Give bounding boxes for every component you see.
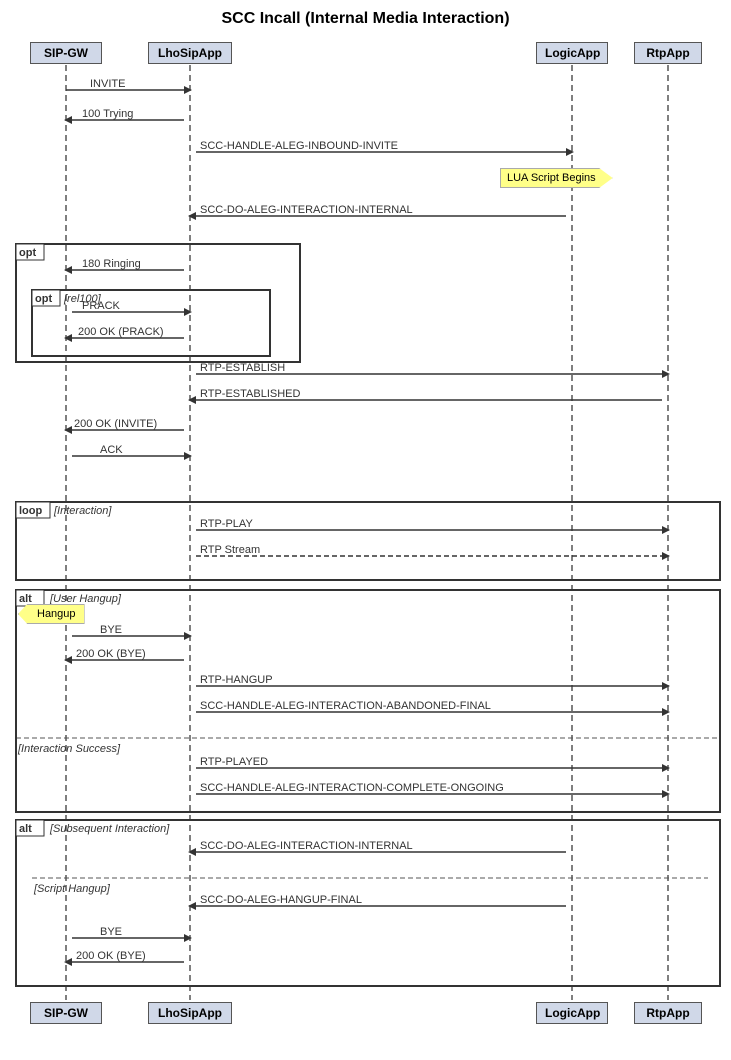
svg-text:RTP-ESTABLISH: RTP-ESTABLISH (200, 362, 285, 374)
svg-text:opt: opt (35, 293, 52, 305)
svg-text:200 OK (PRACK): 200 OK (PRACK) (78, 326, 164, 338)
diagram-container: SCC Incall (Internal Media Interaction) … (0, 0, 731, 1060)
svg-text:BYE: BYE (100, 624, 122, 636)
svg-text:200 OK (INVITE): 200 OK (INVITE) (74, 418, 157, 430)
svg-text:[rel100]: [rel100] (63, 293, 102, 305)
bottom-lifeline-box-lho-sip: LhoSipApp (148, 1002, 232, 1024)
svg-text:INVITE: INVITE (90, 78, 125, 90)
svg-text:SCC-HANDLE-ALEG-INTERACTION-CO: SCC-HANDLE-ALEG-INTERACTION-COMPLETE-ONG… (200, 782, 504, 794)
lifeline-box-sip-gw: SIP-GW (30, 42, 102, 64)
svg-text:RTP-HANGUP: RTP-HANGUP (200, 674, 273, 686)
svg-text:alt: alt (19, 823, 32, 835)
lifeline-box-logic-app: LogicApp (536, 42, 608, 64)
svg-text:SCC-HANDLE-ALEG-INTERACTION-AB: SCC-HANDLE-ALEG-INTERACTION-ABANDONED-FI… (200, 700, 491, 712)
svg-text:200 OK (BYE): 200 OK (BYE) (76, 950, 146, 962)
svg-text:BYE: BYE (100, 926, 122, 938)
diagram-svg: INVITE 100 Trying SCC-HANDLE-ALEG-INBOUN… (0, 0, 731, 1060)
lifeline-box-rtp-app: RtpApp (634, 42, 702, 64)
svg-text:180 Ringing: 180 Ringing (82, 258, 141, 270)
bottom-lifeline-box-rtp-app: RtpApp (634, 1002, 702, 1024)
svg-text:RTP Stream: RTP Stream (200, 544, 260, 556)
svg-text:[Subsequent Interaction]: [Subsequent Interaction] (49, 823, 170, 835)
svg-text:[Interaction Success]: [Interaction Success] (17, 743, 121, 755)
svg-text:PRACK: PRACK (82, 300, 121, 312)
svg-text:SCC-HANDLE-ALEG-INBOUND-INVITE: SCC-HANDLE-ALEG-INBOUND-INVITE (200, 140, 398, 152)
bottom-lifeline-box-sip-gw: SIP-GW (30, 1002, 102, 1024)
hangup-box: Hangup (18, 604, 85, 624)
svg-text:[Script Hangup]: [Script Hangup] (33, 883, 111, 895)
svg-text:SCC-DO-ALEG-HANGUP-FINAL: SCC-DO-ALEG-HANGUP-FINAL (200, 894, 362, 906)
svg-text:[Interaction]: [Interaction] (53, 505, 112, 517)
svg-text:ACK: ACK (100, 444, 123, 456)
svg-text:[User Hangup]: [User Hangup] (49, 593, 122, 605)
svg-text:alt: alt (19, 593, 32, 605)
diagram-title: SCC Incall (Internal Media Interaction) (0, 0, 731, 36)
svg-text:200 OK (BYE): 200 OK (BYE) (76, 648, 146, 660)
lifeline-box-lho-sip: LhoSipApp (148, 42, 232, 64)
svg-text:RTP-PLAYED: RTP-PLAYED (200, 756, 268, 768)
svg-text:SCC-DO-ALEG-INTERACTION-INTERN: SCC-DO-ALEG-INTERACTION-INTERNAL (200, 204, 413, 216)
svg-text:opt: opt (19, 247, 36, 259)
bottom-lifeline-box-logic-app: LogicApp (536, 1002, 608, 1024)
svg-text:SCC-DO-ALEG-INTERACTION-INTERN: SCC-DO-ALEG-INTERACTION-INTERNAL (200, 840, 413, 852)
lua-script-box: LUA Script Begins (500, 168, 613, 188)
svg-text:RTP-PLAY: RTP-PLAY (200, 518, 253, 530)
svg-text:RTP-ESTABLISHED: RTP-ESTABLISHED (200, 388, 301, 400)
svg-text:100 Trying: 100 Trying (82, 108, 133, 120)
svg-text:loop: loop (19, 505, 42, 517)
